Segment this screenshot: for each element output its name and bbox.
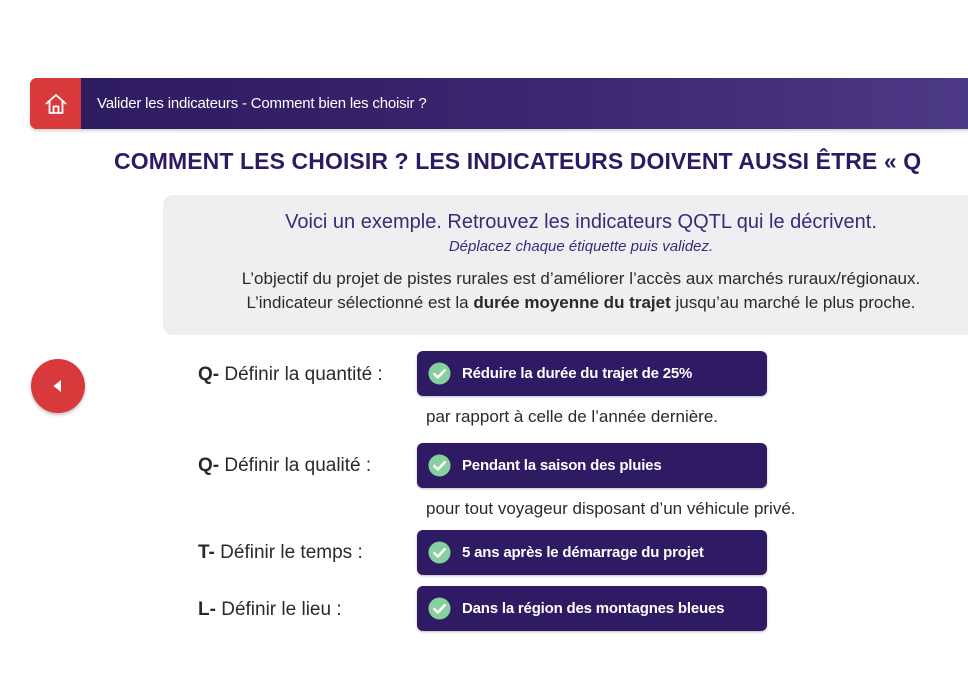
- check-circle-icon: [428, 541, 451, 564]
- location-label: L- Définir le lieu :: [198, 599, 342, 621]
- quantity-answer-chip[interactable]: Réduire la durée du trajet de 25%: [417, 351, 767, 396]
- quantity-chip-label: Réduire la durée du trajet de 25%: [462, 365, 693, 382]
- time-answer-chip[interactable]: 5 ans après le démarrage du projet: [417, 530, 767, 575]
- example-title: Voici un exemple. Retrouvez les indicate…: [285, 211, 877, 233]
- banner-title: Valider les indicateurs - Comment bien l…: [97, 95, 427, 112]
- home-icon: [45, 93, 66, 114]
- location-label-text: Définir le lieu :: [221, 599, 342, 620]
- quantity-label-text: Définir la quantité :: [224, 364, 383, 385]
- check-circle-icon: [428, 362, 451, 385]
- home-button[interactable]: [30, 78, 81, 129]
- indicator-highlight: durée moyenne du trajet: [473, 293, 671, 312]
- time-label-text: Définir le temps :: [220, 542, 363, 563]
- location-answer-chip[interactable]: Dans la région des montagnes bleues: [417, 586, 767, 631]
- indicator-sentence-end: jusqu’au marché le plus proche.: [675, 293, 916, 312]
- example-card: Voici un exemple. Retrouvez les indicate…: [163, 195, 968, 335]
- location-letter: L-: [198, 599, 216, 620]
- example-hint: Déplacez chaque étiquette puis validez.: [448, 238, 714, 255]
- indicator-sentence-start: L’indicateur sélectionné est la: [246, 293, 469, 312]
- back-button[interactable]: [31, 359, 85, 413]
- quality-answer-chip[interactable]: Pendant la saison des pluies: [417, 443, 767, 488]
- page-heading: COMMENT LES CHOISIR ? LES INDICATEURS DO…: [114, 148, 922, 174]
- quantity-letter: Q-: [198, 364, 220, 385]
- top-banner: Valider les indicateurs - Comment bien l…: [30, 78, 968, 129]
- location-chip-label: Dans la région des montagnes bleues: [462, 600, 725, 617]
- quality-chip-label: Pendant la saison des pluies: [462, 457, 662, 474]
- quality-label-text: Définir la qualité :: [224, 455, 372, 476]
- time-letter: T-: [198, 542, 215, 563]
- check-circle-icon: [428, 454, 451, 477]
- time-chip-label: 5 ans après le démarrage du projet: [462, 544, 704, 561]
- example-indicator-sentence: L’indicateur sélectionné est la durée mo…: [163, 293, 968, 313]
- quality-label: Q- Définir la qualité :: [198, 455, 371, 477]
- quality-suffix: pour tout voyageur disposant d’un véhicu…: [426, 499, 796, 518]
- arrow-left-icon: [53, 380, 61, 392]
- example-description: L’objectif du projet de pistes rurales e…: [241, 269, 921, 288]
- time-label: T- Définir le temps :: [198, 542, 363, 564]
- quantity-label: Q- Définir la quantité :: [198, 364, 383, 386]
- quality-letter: Q-: [198, 455, 220, 476]
- check-circle-icon: [428, 597, 451, 620]
- quantity-suffix: par rapport à celle de l’année dernière.: [426, 407, 719, 426]
